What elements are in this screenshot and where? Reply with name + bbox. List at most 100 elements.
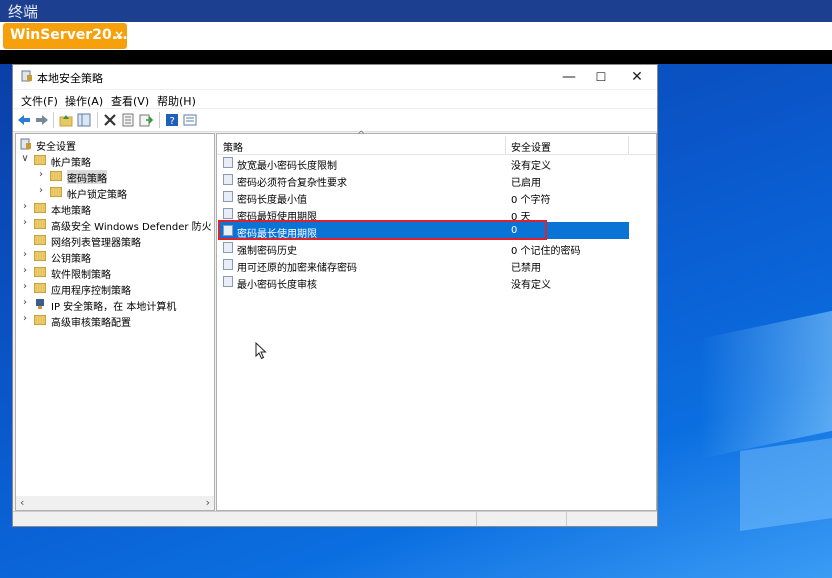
tree-item-label: 密码策略 — [67, 170, 107, 184]
expand-chevron-icon[interactable]: › — [20, 265, 30, 276]
folder-icon — [34, 283, 46, 293]
policy-row[interactable]: 用可还原的加密来储存密码 已禁用 — [219, 256, 629, 274]
tree-item-label: 网络列表管理器策略 — [51, 238, 141, 248]
mouse-cursor-icon — [255, 342, 267, 360]
policy-row[interactable]: 密码必须符合复杂性要求 已启用 — [219, 171, 629, 189]
policy-row[interactable]: 强制密码历史 0 个记住的密码 — [219, 239, 629, 257]
expand-chevron-icon[interactable]: › — [20, 217, 30, 228]
collapse-chevron-icon[interactable]: ∨ — [20, 153, 30, 164]
policy-row[interactable]: 放宽最小密码长度限制 没有定义 — [219, 154, 629, 172]
tree-item-account-lockout-policy[interactable]: › 帐户锁定策略 — [18, 184, 208, 200]
folder-icon — [34, 251, 46, 261]
policy-row[interactable]: 最小密码长度审核 没有定义 — [219, 273, 629, 291]
policy-icon — [223, 242, 233, 253]
session-tab-close-icon[interactable]: × — [114, 28, 124, 42]
local-security-policy-window: 本地安全策略 — ☐ ✕ 文件(F) 操作(A) 查看(V) 帮助(H) ? 安… — [12, 64, 658, 527]
window-title: 本地安全策略 — [37, 72, 103, 85]
help-icon[interactable]: ? — [165, 113, 179, 127]
minimize-button[interactable]: — — [553, 68, 585, 86]
maximize-button[interactable]: ☐ — [585, 68, 617, 86]
delete-icon[interactable] — [103, 113, 117, 127]
menu-help[interactable]: 帮助(H) — [157, 93, 196, 109]
session-tab-label[interactable]: WinServer20... — [10, 27, 128, 43]
view-icon[interactable] — [183, 113, 197, 127]
tree-item-label: 应用程序控制策略 — [51, 286, 131, 296]
tree-item-label: IP 安全策略，在 本地计算机 — [51, 302, 177, 312]
policy-name: 密码长度最小值 — [237, 195, 307, 206]
menu-view[interactable]: 查看(V) — [111, 93, 149, 109]
expand-chevron-icon[interactable]: › — [20, 201, 30, 212]
policy-list-pane[interactable]: ^ 策略 安全设置 放宽最小密码长度限制 没有定义 密码必须符合复杂性要求 已启… — [216, 130, 657, 511]
folder-icon — [34, 219, 46, 229]
tree-item-local-policies[interactable]: › 本地策略 — [18, 200, 208, 216]
tree-item-label: 高级安全 Windows Defender 防火墙 — [51, 222, 212, 232]
security-policy-app-icon — [21, 70, 32, 82]
column-header-row: ^ 策略 安全设置 — [217, 130, 656, 155]
policy-value: 没有定义 — [511, 280, 551, 291]
policy-value: 0 个记住的密码 — [511, 246, 581, 257]
folder-icon — [34, 203, 46, 213]
status-divider — [476, 512, 477, 526]
terminal-title: 终端 — [8, 3, 39, 21]
tree-item-ip-security[interactable]: › IP 安全策略，在 本地计算机 — [18, 296, 212, 312]
column-divider[interactable] — [505, 136, 506, 154]
policy-name: 强制密码历史 — [237, 246, 297, 257]
security-settings-icon — [20, 138, 31, 150]
tree-item-network-list-manager[interactable]: 网络列表管理器策略 — [18, 232, 208, 248]
scroll-left-icon[interactable]: ‹ — [20, 496, 24, 509]
policy-name: 放宽最小密码长度限制 — [237, 161, 337, 172]
policy-icon — [223, 259, 233, 270]
up-folder-icon[interactable] — [59, 113, 73, 127]
tree-item-security-settings[interactable]: 安全设置 — [18, 136, 208, 152]
expand-chevron-icon[interactable]: › — [36, 185, 46, 196]
toolbar-separator — [97, 112, 98, 128]
policy-name: 最小密码长度审核 — [237, 280, 317, 291]
tree-item-label: 本地策略 — [51, 206, 91, 216]
back-icon[interactable] — [17, 113, 31, 127]
policy-row[interactable]: 密码长度最小值 0 个字符 — [219, 188, 629, 206]
scroll-right-icon[interactable]: › — [206, 496, 210, 509]
folder-icon — [34, 155, 46, 165]
tree-item-advanced-audit[interactable]: › 高级审核策略配置 — [18, 312, 208, 328]
ip-security-icon — [36, 299, 44, 309]
policy-icon — [223, 174, 233, 185]
svg-text:?: ? — [170, 116, 175, 127]
expand-chevron-icon[interactable]: › — [20, 281, 30, 292]
expand-chevron-icon[interactable]: › — [36, 169, 46, 180]
menu-file[interactable]: 文件(F) — [21, 93, 58, 109]
folder-open-icon — [50, 171, 62, 181]
toolbar-separator — [53, 112, 54, 128]
tree-item-public-key-policies[interactable]: › 公钥策略 — [18, 248, 208, 264]
show-hide-tree-icon[interactable] — [77, 113, 91, 127]
expand-chevron-icon[interactable]: › — [20, 297, 30, 308]
forward-icon[interactable] — [35, 113, 49, 127]
tree-item-password-policy[interactable]: › 密码策略 — [18, 168, 208, 184]
highlight-annotation-box — [218, 220, 547, 240]
policy-value: 已启用 — [511, 178, 541, 189]
tree-item-software-restriction[interactable]: › 软件限制策略 — [18, 264, 208, 280]
tree-pane[interactable]: 安全设置 ∨ 帐户策略 › 密码策略 › 帐户锁定策略 › 本地策略 › 高级安… — [15, 133, 215, 511]
column-header-security-setting[interactable]: 安全设置 — [511, 139, 551, 154]
folder-icon — [34, 315, 46, 325]
tree-item-account-policies[interactable]: ∨ 帐户策略 — [18, 152, 208, 168]
terminal-tabstrip: WinServer20... × — [0, 22, 832, 51]
menu-action[interactable]: 操作(A) — [65, 93, 103, 109]
expand-chevron-icon[interactable]: › — [20, 313, 30, 324]
session-tab[interactable]: WinServer20... × — [3, 23, 128, 49]
toolbar-separator — [159, 112, 160, 128]
wallpaper-light-beam-lower — [740, 436, 832, 532]
tree-item-label: 公钥策略 — [51, 254, 91, 264]
export-icon[interactable] — [139, 113, 153, 127]
tree-item-label: 安全设置 — [36, 142, 76, 152]
tree-item-label: 高级审核策略配置 — [51, 318, 131, 328]
status-divider — [566, 512, 567, 526]
column-divider[interactable] — [628, 136, 629, 154]
expand-chevron-icon[interactable]: › — [20, 249, 30, 260]
tree-item-application-control[interactable]: › 应用程序控制策略 — [18, 280, 208, 296]
tree-item-defender-firewall[interactable]: › 高级安全 Windows Defender 防火墙 — [18, 216, 212, 232]
column-header-policy[interactable]: 策略 — [223, 139, 243, 154]
tree-horizontal-scrollbar[interactable]: ‹ › — [16, 496, 214, 510]
status-bar — [13, 511, 657, 526]
close-button[interactable]: ✕ — [621, 68, 653, 86]
properties-icon[interactable] — [121, 113, 135, 127]
